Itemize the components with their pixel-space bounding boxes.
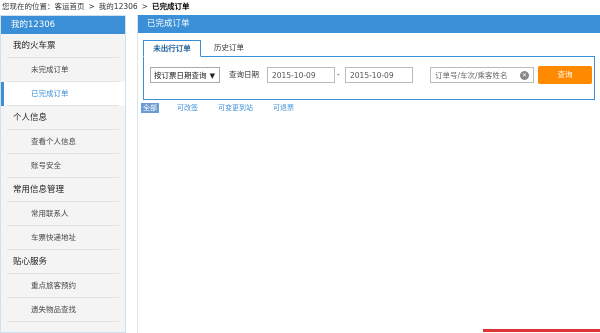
page-title: 已完成订单 xyxy=(138,15,600,33)
caret-down-icon: ▼ xyxy=(209,72,215,80)
sidebar-item-lost-items[interactable]: 遗失物品查找 xyxy=(1,298,125,322)
query-date-label: 查询日期 xyxy=(229,70,259,79)
sidebar-item-incomplete-orders[interactable]: 未完成订单 xyxy=(1,58,125,82)
query-button[interactable]: 查询 xyxy=(538,66,592,84)
sidebar-title[interactable]: 我的12306 xyxy=(1,16,125,34)
breadcrumb-prefix: 您现在的位置： xyxy=(2,2,55,11)
start-date-input[interactable]: 2015-10-09 xyxy=(267,67,335,83)
search-placeholder: 订单号/车次/乘客姓名 xyxy=(435,71,508,80)
sidebar-item-priority-booking[interactable]: 重点旅客预约 xyxy=(1,274,125,298)
date-type-select[interactable]: 按订票日期查询 ▼ xyxy=(150,67,220,83)
filter-change-destination[interactable]: 可变更到站 xyxy=(218,103,253,113)
end-date-input[interactable]: 2015-10-09 xyxy=(345,67,413,83)
filter-refundable[interactable]: 可退票 xyxy=(273,103,294,113)
query-panel: 按订票日期查询 ▼ 查询日期 2015-10-09 - 2015-10-09 订… xyxy=(143,57,595,100)
breadcrumb: 您现在的位置：客运首页 > 我的12306 > 已完成订单 xyxy=(2,0,189,13)
breadcrumb-link-home[interactable]: 客运首页 xyxy=(55,2,85,11)
sidebar-group-common-info[interactable]: 常用信息管理 xyxy=(1,178,125,202)
sidebar-item-account-security[interactable]: 账号安全 xyxy=(1,154,125,178)
breadcrumb-current: 已完成订单 xyxy=(151,2,190,11)
sidebar: 我的12306 我的火车票 未完成订单 已完成订单 个人信息 查看个人信息 账号… xyxy=(0,15,126,333)
clear-icon[interactable]: ✕ xyxy=(520,71,529,80)
tab-upcoming-orders[interactable]: 未出行订单 xyxy=(143,40,201,57)
filter-all[interactable]: 全部 xyxy=(141,103,159,113)
sidebar-group-my-tickets[interactable]: 我的火车票 xyxy=(1,34,125,58)
sidebar-item-delivery-address[interactable]: 车票快递地址 xyxy=(1,226,125,250)
main-panel: 已完成订单 未出行订单 历史订单 按订票日期查询 ▼ 查询日期 2015-10-… xyxy=(137,15,600,333)
sidebar-item-contacts[interactable]: 常用联系人 xyxy=(1,202,125,226)
date-type-value: 按订票日期查询 xyxy=(154,71,207,80)
sidebar-item-view-profile[interactable]: 查看个人信息 xyxy=(1,130,125,154)
tab-history-orders[interactable]: 历史订单 xyxy=(203,40,255,56)
order-tabs: 未出行订单 历史订单 xyxy=(143,40,595,57)
sidebar-item-completed-orders[interactable]: 已完成订单 xyxy=(1,82,125,106)
date-range-separator: - xyxy=(337,70,340,79)
sidebar-group-services[interactable]: 贴心服务 xyxy=(1,250,125,274)
breadcrumb-link-my12306[interactable]: 我的12306 xyxy=(99,2,138,11)
sidebar-group-personal-info[interactable]: 个人信息 xyxy=(1,106,125,130)
order-search-input[interactable]: 订单号/车次/乘客姓名 ✕ xyxy=(430,67,534,83)
decorative-divider xyxy=(483,329,600,332)
breadcrumb-separator: > xyxy=(88,2,95,11)
filter-changeable[interactable]: 可改签 xyxy=(177,103,198,113)
breadcrumb-separator: > xyxy=(141,2,148,11)
